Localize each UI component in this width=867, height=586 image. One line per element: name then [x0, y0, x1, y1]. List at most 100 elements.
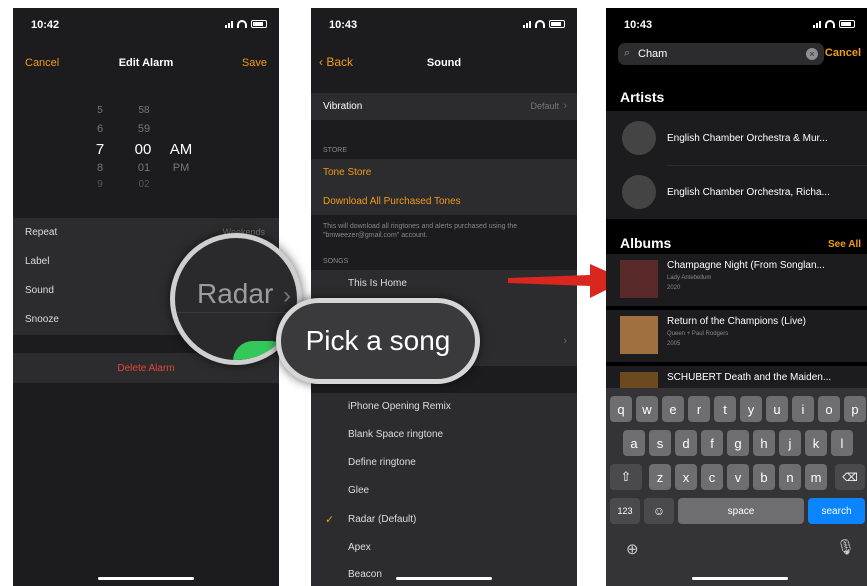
numbers-key[interactable]: 123 — [610, 498, 640, 524]
key-h[interactable]: h — [753, 430, 775, 456]
album-row[interactable]: Return of the Champions (Live) Queen + P… — [606, 310, 867, 362]
key-t[interactable]: t — [714, 396, 736, 422]
globe-icon[interactable]: ⊕ — [626, 540, 639, 558]
ringtone-row-selected[interactable]: ✓ Radar (Default) — [311, 505, 577, 534]
time-picker[interactable]: 5 58 6 59 7 00 AM 8 01 PM 9 02 — [13, 93, 279, 211]
key-a[interactable]: a — [623, 430, 645, 456]
key-m[interactable]: m — [805, 464, 827, 490]
key-e[interactable]: e — [662, 396, 684, 422]
shift-key[interactable]: ⇧ — [610, 464, 642, 490]
picker-minute: 01 — [137, 162, 151, 174]
artists-header: Artists — [620, 89, 665, 105]
key-o[interactable]: o — [818, 396, 840, 422]
key-c[interactable]: c — [701, 464, 723, 490]
tone-store-link[interactable]: Tone Store — [311, 159, 577, 187]
search-icon: ⌕ — [624, 47, 631, 59]
ringtone-row[interactable]: Beacon — [311, 562, 577, 586]
wifi-icon — [237, 20, 247, 28]
row-label: Label — [25, 255, 50, 267]
status-bar: 10:42 — [13, 17, 279, 33]
pick-a-song-callout: Pick a song — [276, 298, 480, 384]
key-v[interactable]: v — [727, 464, 749, 490]
picker-minute: 59 — [137, 123, 151, 135]
key-p[interactable]: p — [844, 396, 866, 422]
artists-group: English Chamber Orchestra & Mur... Engli… — [606, 111, 867, 219]
picker-hour: 6 — [96, 123, 104, 135]
signal-icon — [813, 20, 821, 28]
key-n[interactable]: n — [779, 464, 801, 490]
picker-hour: 5 — [97, 105, 103, 116]
key-f[interactable]: f — [701, 430, 723, 456]
artist-name[interactable]: English Chamber Orchestra & Mur... — [667, 133, 828, 144]
key-y[interactable]: y — [740, 396, 762, 422]
ringtone-row[interactable]: Define ringtone — [311, 449, 577, 477]
microphone-icon[interactable]: 🎙 — [836, 538, 855, 556]
album-cover — [620, 260, 658, 298]
vibration-row[interactable]: Vibration Default › — [311, 93, 577, 120]
album-artist: Lady Antebellum — [667, 275, 712, 281]
artist-avatar — [622, 121, 656, 155]
key-j[interactable]: j — [779, 430, 801, 456]
ringtone-row[interactable]: Apex — [311, 534, 577, 562]
signal-icon — [225, 20, 233, 28]
album-row[interactable]: Champagne Night (From Songlan... Lady An… — [606, 254, 867, 306]
search-key[interactable]: search — [808, 498, 865, 524]
navbar: ‹ Back Sound — [311, 50, 577, 80]
search-input[interactable]: Cham — [638, 48, 667, 60]
picker-hour: 8 — [96, 162, 104, 174]
status-time: 10:43 — [329, 19, 358, 31]
key-d[interactable]: d — [675, 430, 697, 456]
save-button[interactable]: Save — [242, 57, 267, 69]
album-cover — [620, 316, 658, 354]
row-label: Snooze — [25, 314, 59, 325]
albums-header: Albums — [620, 235, 672, 251]
cancel-button[interactable]: Cancel — [825, 47, 861, 59]
download-all-tones-link[interactable]: Download All Purchased Tones — [311, 187, 577, 215]
store-group: Tone Store Download All Purchased Tones — [311, 159, 577, 215]
key-k[interactable]: k — [805, 430, 827, 456]
music-search-screen: 10:43 ⌕ Cham × Cancel Artists English Ch… — [606, 8, 867, 586]
ringtone-row[interactable]: Glee — [311, 477, 577, 505]
chevron-right-icon: › — [283, 282, 291, 309]
space-key[interactable]: space — [678, 498, 804, 524]
album-year: 2005 — [667, 341, 681, 347]
artist-avatar — [622, 175, 656, 209]
picker-ampm-selected: AM — [169, 141, 193, 158]
ringtone-row[interactable]: iPhone Opening Remix — [311, 393, 577, 421]
key-s[interactable]: s — [649, 430, 671, 456]
key-g[interactable]: g — [727, 430, 749, 456]
page-title: Sound — [426, 57, 462, 69]
key-w[interactable]: w — [636, 396, 658, 422]
key-r[interactable]: r — [688, 396, 710, 422]
key-x[interactable]: x — [675, 464, 697, 490]
page-title: Edit Alarm — [118, 57, 174, 69]
key-z[interactable]: z — [649, 464, 671, 490]
album-title: Champagne Night (From Songlan... — [667, 260, 825, 271]
status-bar: 10:43 — [311, 17, 577, 33]
search-field[interactable]: ⌕ Cham × — [618, 43, 824, 65]
album-year: 2020 — [667, 285, 681, 291]
artist-name[interactable]: English Chamber Orchestra, Richa... — [667, 187, 830, 198]
key-u[interactable]: u — [766, 396, 788, 422]
wifi-icon — [825, 20, 835, 28]
clear-icon[interactable]: × — [806, 48, 818, 60]
home-indicator — [98, 577, 194, 580]
vibration-label: Vibration — [323, 101, 363, 112]
key-i[interactable]: i — [792, 396, 814, 422]
key-b[interactable]: b — [753, 464, 775, 490]
see-all-link[interactable]: See All — [828, 239, 861, 250]
key-q[interactable]: q — [610, 396, 632, 422]
album-artist: Queen + Paul Rodgers — [667, 331, 729, 337]
ringtone-row[interactable]: Blank Space ringtone — [311, 421, 577, 449]
key-l[interactable]: l — [831, 430, 853, 456]
ringtone-label: Radar (Default) — [348, 513, 417, 525]
songs-header: SONGS — [323, 258, 349, 265]
battery-icon — [839, 20, 855, 28]
emoji-key[interactable]: ☺ — [644, 498, 674, 524]
ringtones-group: iPhone Opening Remix Blank Space rington… — [311, 393, 577, 586]
backspace-key[interactable]: ⌫ — [835, 464, 865, 490]
status-time: 10:43 — [624, 19, 653, 31]
vibration-value: Default — [530, 101, 559, 111]
picker-minute: 02 — [138, 179, 150, 190]
home-indicator — [396, 577, 492, 580]
